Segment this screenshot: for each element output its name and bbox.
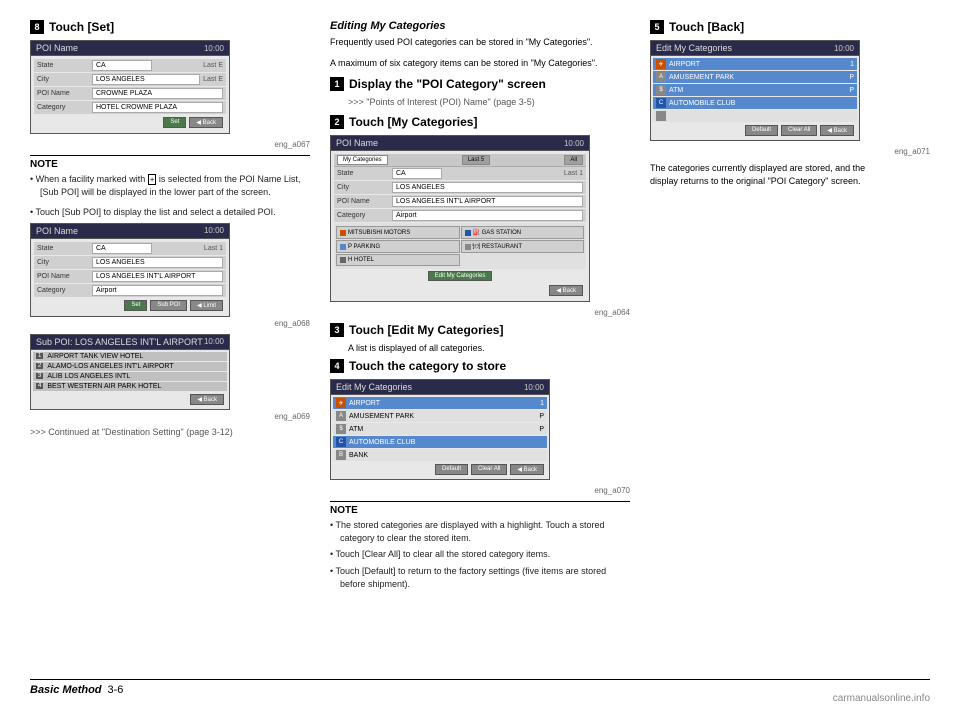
step2-header: 2 Touch [My Categories] <box>330 115 630 129</box>
cat-gas-station[interactable]: ⛽ GAS STATION <box>461 226 585 239</box>
note-title-2: NOTE <box>330 505 630 516</box>
subpoi-btn[interactable]: Sub POI <box>150 300 187 311</box>
edit-cat-autoclub[interactable]: C AUTOMOBILE CLUB <box>333 436 547 448</box>
caption2: eng_a068 <box>30 319 310 328</box>
step8-number: 8 <box>30 20 44 34</box>
note-box-2: NOTE The stored categories are displayed… <box>330 501 630 590</box>
clear-all-btn[interactable]: Clear All <box>471 464 507 475</box>
page-footer: Basic Method 3-6 <box>30 679 930 696</box>
screen-my-categories: POI Name 10:00 My Categories Last 5 All … <box>330 135 590 302</box>
tab-all[interactable]: All <box>564 155 583 165</box>
caption-step5: eng_a071 <box>650 147 930 156</box>
step5-desc: The categories currently displayed are s… <box>650 162 870 187</box>
screen-row-city: City LOS ANGELES Last E <box>34 73 226 86</box>
screen-row-poiname: POI Name CROWNE PLAZA <box>34 87 226 100</box>
subpoi-item1: 1 AIRPORT TANK VIEW HOTEL <box>33 352 227 361</box>
step4-number: 4 <box>330 359 344 373</box>
cat-restaurant[interactable]: 🍽 RESTAURANT <box>461 240 585 253</box>
back-btn-subpoi[interactable]: ◀ Back <box>190 394 224 405</box>
left-column: 8 Touch [Set] POI Name 10:00 State CA La… <box>30 20 330 688</box>
final-cat-airport[interactable]: ✈ AIRPORT 1 <box>653 58 857 70</box>
back-btn-final[interactable]: ◀ Back <box>820 125 854 136</box>
set-button[interactable]: Set <box>163 117 186 128</box>
screen-row-category: Category HOTEL CROWNE PLAZA <box>34 101 226 114</box>
final-cat-atm[interactable]: $ ATM P <box>653 84 857 96</box>
caption3: eng_a069 <box>30 412 310 421</box>
step5-title: Touch [Back] <box>669 20 744 34</box>
final-cat-empty[interactable] <box>653 110 857 122</box>
step5-number: 5 <box>650 20 664 34</box>
step2-title: Touch [My Categories] <box>349 115 477 129</box>
screen-header: POI Name 10:00 <box>31 41 229 56</box>
step3-header: 3 Touch [Edit My Categories] <box>330 323 630 337</box>
step3-desc: A list is displayed of all categories. <box>330 343 630 353</box>
screen-poi-name: POI Name 10:00 State CA Last E City LOS … <box>30 40 230 134</box>
edit-cat-amusement[interactable]: A AMUSEMENT PARK P <box>333 410 547 422</box>
editing-desc2: A maximum of six category items can be s… <box>330 57 630 70</box>
mid-column: Editing My Categories Frequently used PO… <box>330 20 650 688</box>
limit-btn[interactable]: ◀ Limit <box>190 300 223 311</box>
screen-poi-sub1: POI Name 10:00 State CA Last 1 City LOS … <box>30 223 230 317</box>
watermark: carmanualsonline.info <box>833 693 930 704</box>
step2-number: 2 <box>330 115 344 129</box>
category-grid: MITSUBISHI MOTORS ⛽ GAS STATION P PARKIN… <box>336 226 584 266</box>
step4-header: 4 Touch the category to store <box>330 359 630 373</box>
subpoi-item4: 4 BEST WESTERN AIR PARK HOTEL <box>33 382 227 391</box>
screen-row-poiname2: POI Name LOS ANGELES INT'L AIRPORT <box>34 270 226 283</box>
default-btn-final[interactable]: Default <box>745 125 778 136</box>
step8-title: Touch [Set] <box>49 20 114 34</box>
tab-my-categories[interactable]: My Categories <box>337 155 388 165</box>
back-button[interactable]: ◀ Back <box>189 117 223 128</box>
edit-cat-atm[interactable]: $ ATM P <box>333 423 547 435</box>
clear-all-btn-final[interactable]: Clear All <box>781 125 817 136</box>
screen-buttons: Set ◀ Back <box>34 115 226 130</box>
screen-row-cat2: Category Airport <box>34 284 226 297</box>
step1-number: 1 <box>330 77 344 91</box>
cat-hotel[interactable]: H HOTEL <box>336 254 460 266</box>
screen-row-state: State CA Last E <box>34 59 226 72</box>
screen-header-sub1: POI Name 10:00 <box>31 224 229 239</box>
step1-title: Display the "POI Category" screen <box>349 77 546 91</box>
final-cat-autoclub[interactable]: C AUTOMOBILE CLUB <box>653 97 857 109</box>
step4-title: Touch the category to store <box>349 359 506 373</box>
right-column: 5 Touch [Back] Edit My Categories 10:00 … <box>650 20 930 688</box>
note-content-1: When a facility marked with + is selecte… <box>30 173 310 198</box>
subpoi-item2: 2 ALAMO-LOS ANGELES INT'L AIRPORT <box>33 362 227 371</box>
caption1: eng_a067 <box>30 140 310 149</box>
cat-mitsubishi[interactable]: MITSUBISHI MOTORS <box>336 226 460 239</box>
editing-desc1: Frequently used POI categories can be st… <box>330 36 630 49</box>
screen-edit-categories: Edit My Categories 10:00 ✈ AIRPORT 1 A A… <box>330 379 550 480</box>
footer-page: 3-6 <box>108 684 124 696</box>
subpoi-item3: 3 ALIB LOS ANGELES INTL <box>33 372 227 381</box>
edit-my-cat-btn[interactable]: Edit My Categories <box>428 271 493 281</box>
editing-title: Editing My Categories <box>330 20 630 32</box>
cat-parking[interactable]: P PARKING <box>336 240 460 253</box>
set-btn2[interactable]: Set <box>124 300 147 311</box>
tab-last5[interactable]: Last 5 <box>462 155 490 165</box>
step1-sub: >>> "Points of Interest (POI) Name" (pag… <box>330 97 630 107</box>
edit-cat-bank[interactable]: B BANK <box>333 449 547 461</box>
step3-title: Touch [Edit My Categories] <box>349 323 503 337</box>
step1-header: 1 Display the "POI Category" screen <box>330 77 630 91</box>
caption-step2: eng_a064 <box>330 308 630 317</box>
edit-cat-airport[interactable]: ✈ AIRPORT 1 <box>333 397 547 409</box>
back-btn-edit[interactable]: ◀ Back <box>510 464 544 475</box>
screen-row-city2: City LOS ANGELES <box>34 256 226 269</box>
screen-row-state2: State CA Last 1 <box>34 242 226 255</box>
screen-body: State CA Last E City LOS ANGELES Last E … <box>31 56 229 133</box>
continued-text: >>> Continued at "Destination Setting" (… <box>30 427 310 437</box>
screen-subpoi-list: Sub POI: LOS ANGELES INT'L AIRPORT 10:00… <box>30 334 230 410</box>
default-btn[interactable]: Default <box>435 464 468 475</box>
step8-header: 8 Touch [Set] <box>30 20 310 34</box>
caption-step4: eng_a070 <box>330 486 630 495</box>
note-content-2: The stored categories are displayed with… <box>330 519 630 590</box>
final-cat-amusement[interactable]: A AMUSEMENT PARK P <box>653 71 857 83</box>
note-box-1: NOTE When a facility marked with + is se… <box>30 155 310 198</box>
step3-number: 3 <box>330 323 344 337</box>
back-btn-mycats[interactable]: ◀ Back <box>549 285 583 296</box>
footer-title: Basic Method <box>30 684 102 696</box>
screen-edit-categories-final: Edit My Categories 10:00 ✈ AIRPORT 1 A A… <box>650 40 860 141</box>
note-title-1: NOTE <box>30 159 310 170</box>
step5-header: 5 Touch [Back] <box>650 20 930 34</box>
